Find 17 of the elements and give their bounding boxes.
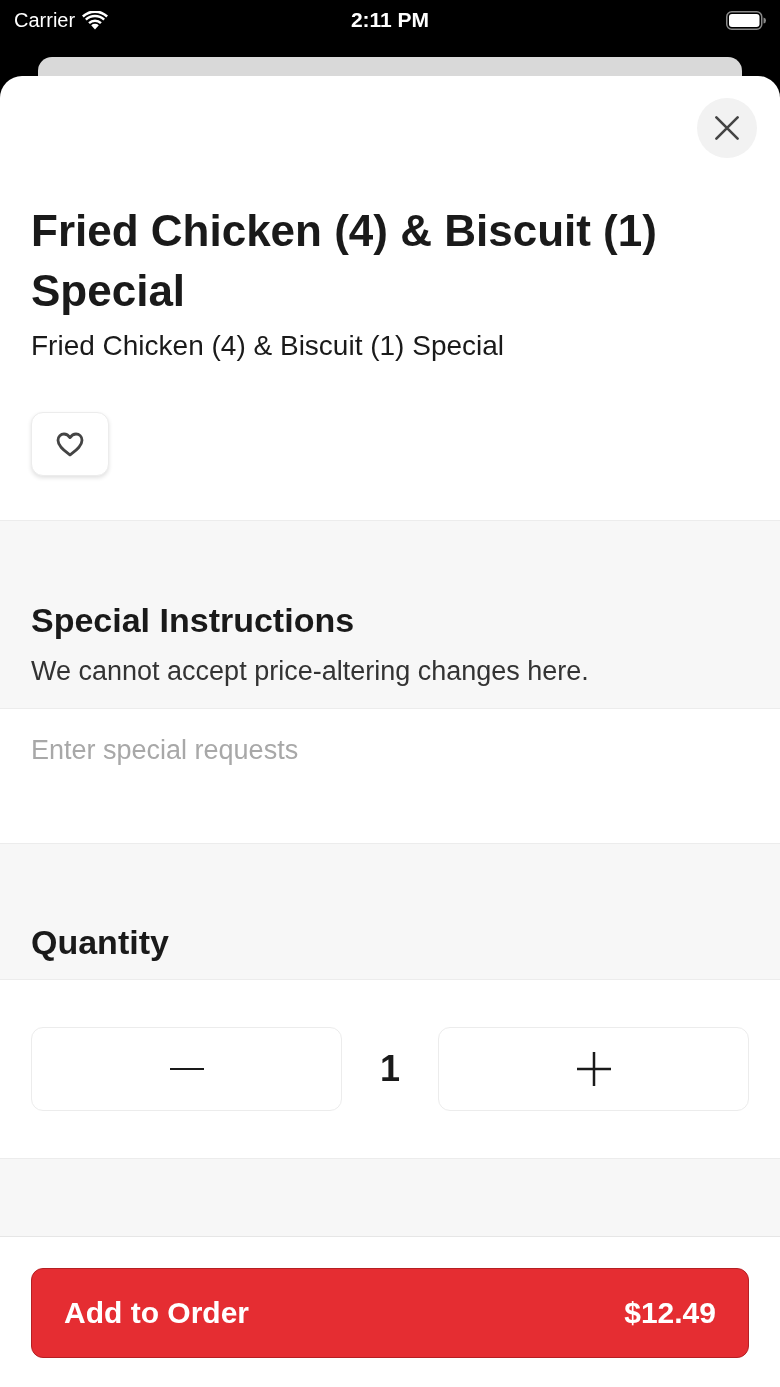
instructions-note: We cannot accept price-altering changes here.	[31, 655, 590, 688]
favorite-button[interactable]	[31, 412, 109, 476]
battery-icon	[726, 10, 766, 30]
add-to-order-button[interactable]: Add to Order $12.49	[31, 1268, 749, 1358]
order-price: $12.49	[624, 1296, 716, 1330]
item-description: Fried Chicken (4) & Biscuit (1) Special	[31, 329, 506, 363]
carrier-name: Carrier	[14, 8, 76, 32]
section-heading: Special Instructions	[31, 600, 356, 640]
button-label: Add to Order	[64, 1296, 249, 1330]
clock-time: 2:11 PM	[350, 8, 430, 32]
item-title: Fried Chicken (4) & Biscuit (1) Special	[31, 205, 658, 317]
close-icon	[715, 116, 739, 140]
wifi-icon	[82, 10, 109, 30]
section-heading: Quantity	[31, 922, 170, 962]
quantity-value: 1	[380, 1048, 400, 1090]
minus-icon	[169, 1067, 204, 1071]
plus-icon	[576, 1052, 611, 1086]
